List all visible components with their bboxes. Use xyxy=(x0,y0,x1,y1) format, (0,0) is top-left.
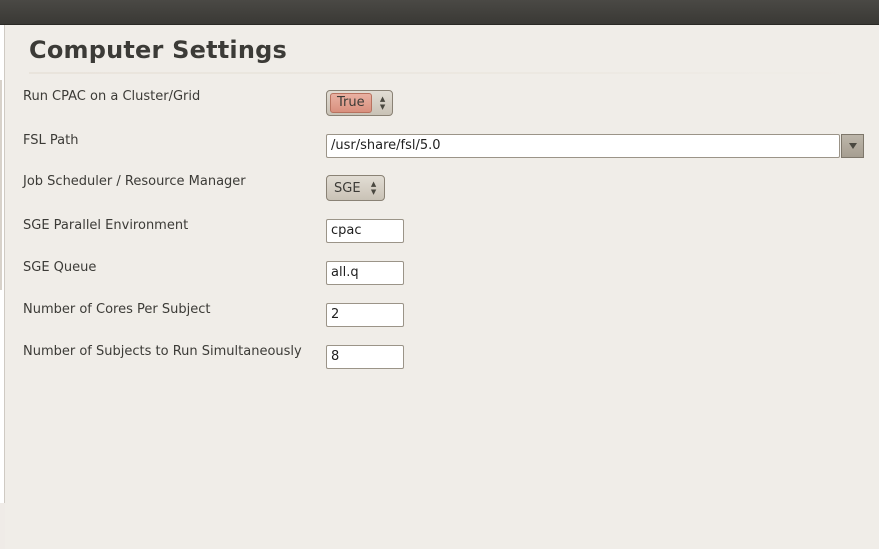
cores-per-subject-label: Number of Cores Per Subject xyxy=(23,302,211,317)
job-scheduler-label: Job Scheduler / Resource Manager xyxy=(23,174,246,189)
run-on-cluster-value: True xyxy=(330,93,372,113)
triangle-down-icon xyxy=(848,143,857,149)
up-down-arrows-icon: ▲ ▼ xyxy=(370,180,377,196)
sge-parallel-env-input[interactable]: cpac xyxy=(326,219,404,243)
job-scheduler-value: SGE xyxy=(334,180,361,196)
subjects-simultaneous-label: Number of Subjects to Run Simultaneously xyxy=(23,344,302,359)
job-scheduler-select[interactable]: SGE ▲ ▼ xyxy=(326,175,385,201)
fsl-path-dropdown-button[interactable] xyxy=(841,134,864,158)
side-panel-scroll-indicator xyxy=(0,80,2,290)
up-down-arrows-icon: ▲ ▼ xyxy=(379,95,386,111)
run-on-cluster-select[interactable]: True ▲ ▼ xyxy=(326,90,393,116)
sge-queue-label: SGE Queue xyxy=(23,260,97,275)
fsl-path-input[interactable]: /usr/share/fsl/5.0 xyxy=(326,134,840,158)
subjects-simultaneous-input[interactable]: 8 xyxy=(326,345,404,369)
page-title: Computer Settings xyxy=(29,36,288,64)
fsl-path-label: FSL Path xyxy=(23,133,79,148)
window-top-bar xyxy=(0,0,879,25)
run-on-cluster-label: Run CPAC on a Cluster/Grid xyxy=(23,89,201,104)
sge-queue-input[interactable]: all.q xyxy=(326,261,404,285)
title-divider xyxy=(29,72,861,74)
cores-per-subject-input[interactable]: 2 xyxy=(326,303,404,327)
sge-parallel-env-label: SGE Parallel Environment xyxy=(23,218,189,233)
